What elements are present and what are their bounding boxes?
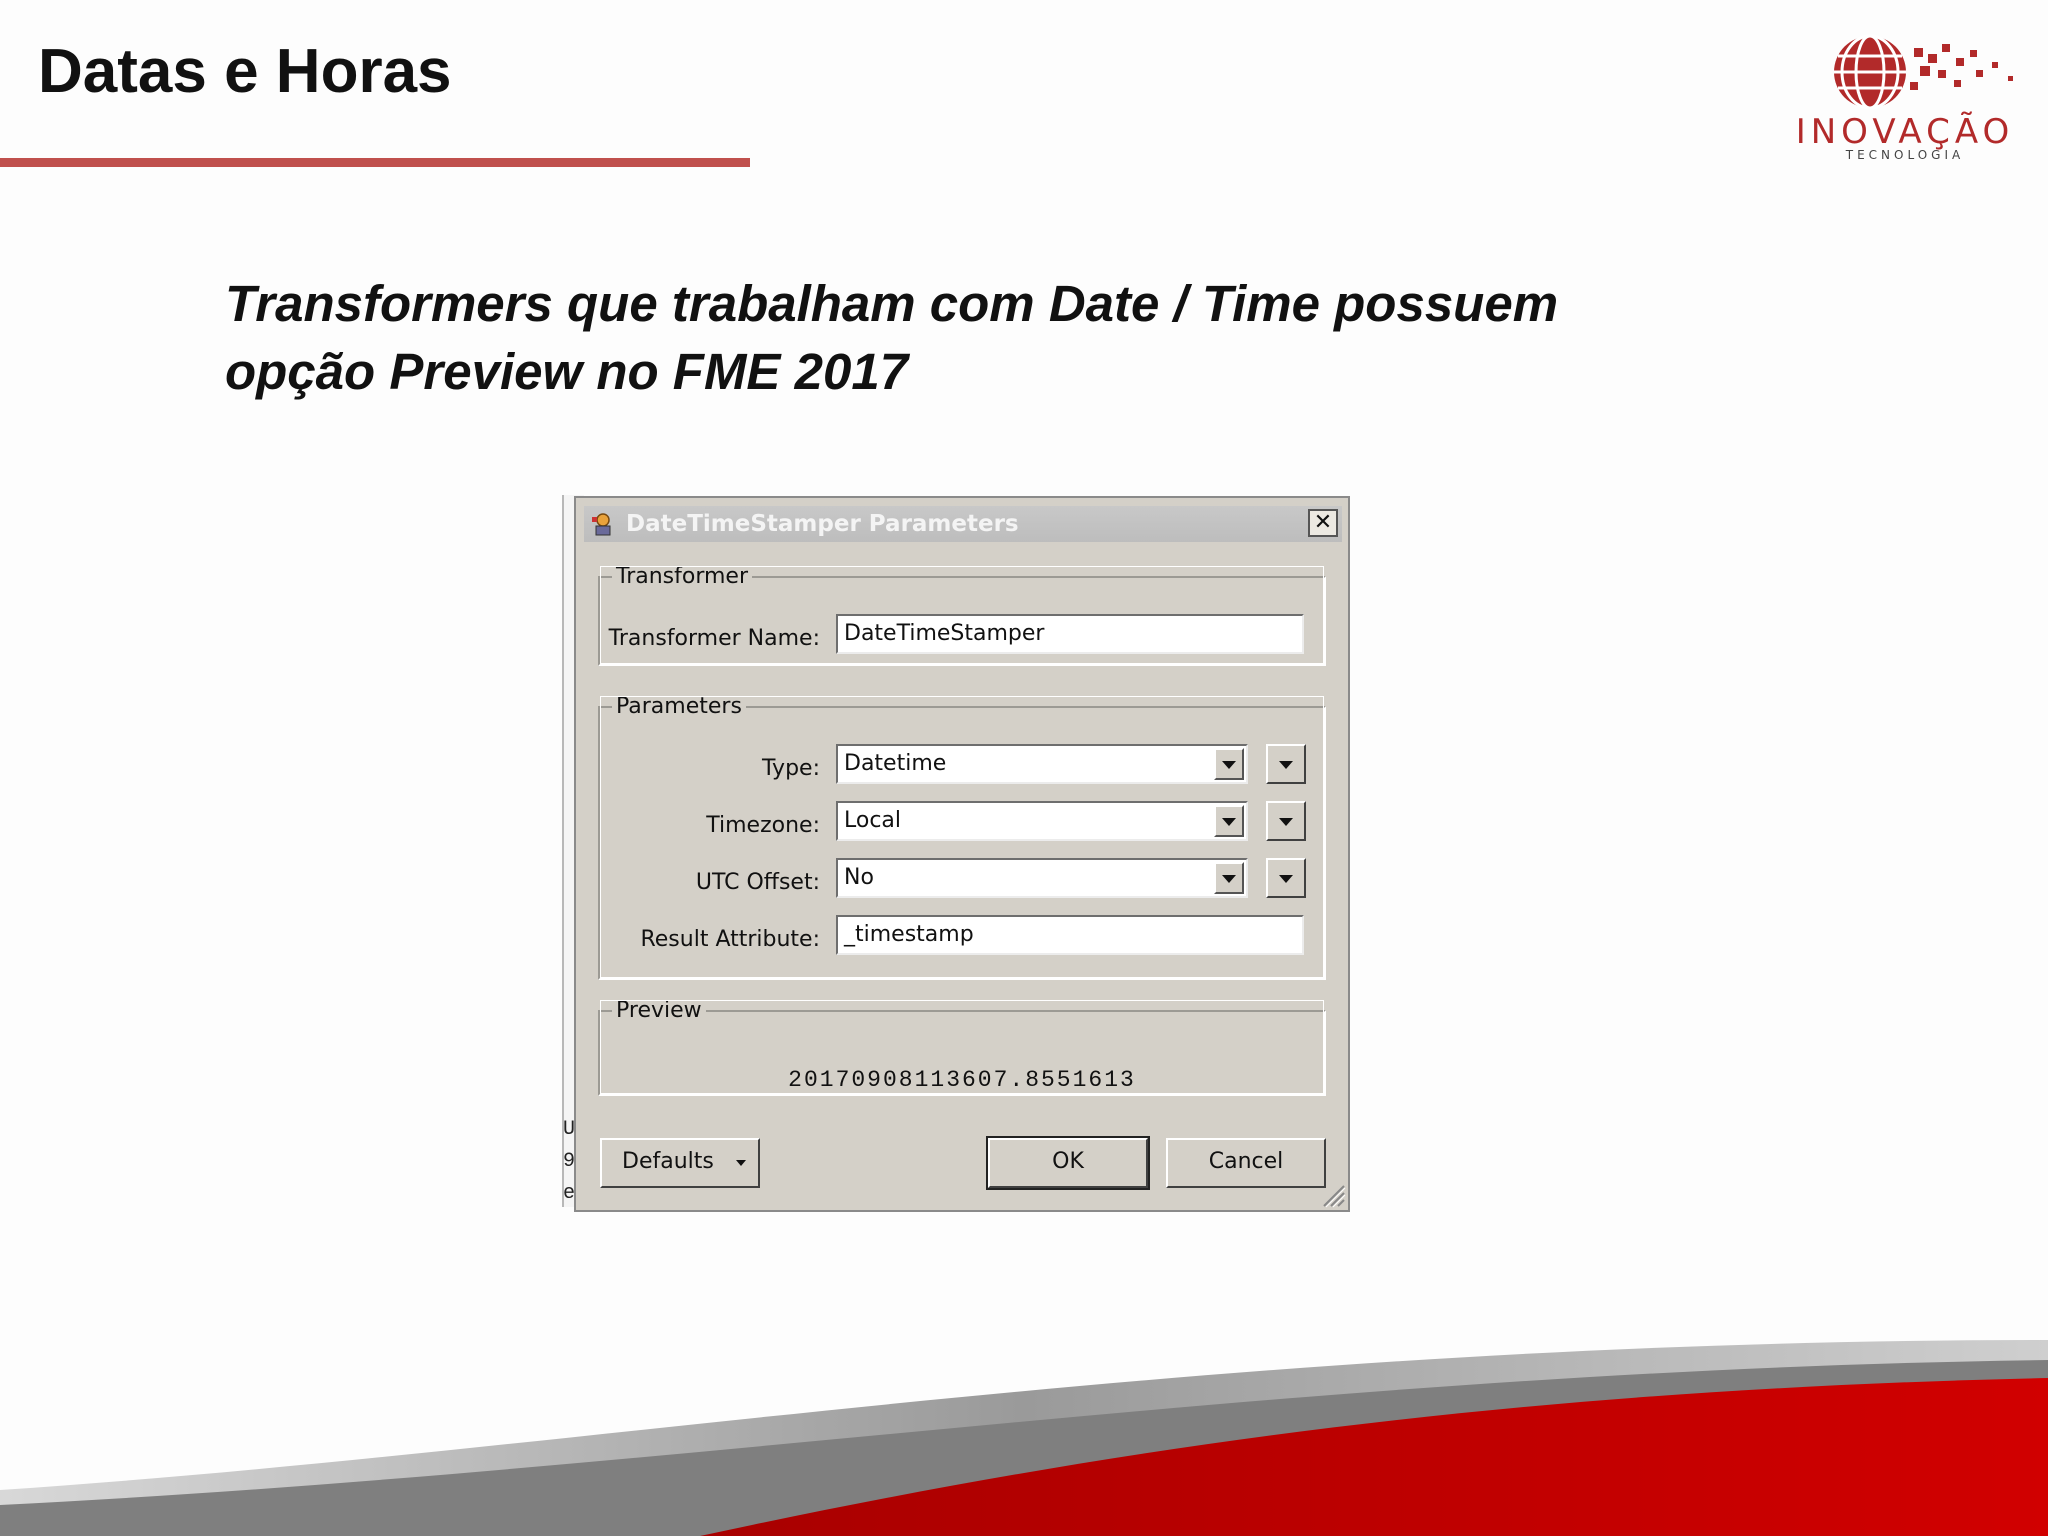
transformer-name-input[interactable]: DateTimeStamper (836, 614, 1304, 654)
type-select-value: Datetime (844, 751, 947, 776)
chevron-down-icon (1222, 761, 1236, 769)
close-button[interactable]: ✕ (1308, 509, 1338, 537)
type-dropdown-arrow[interactable] (1214, 748, 1244, 780)
logo-wordmark: INOVAÇÃO (1795, 112, 2015, 152)
timezone-select-value: Local (844, 808, 902, 833)
timezone-dropdown-arrow[interactable] (1214, 805, 1244, 837)
chevron-down-icon (1222, 875, 1236, 883)
chevron-down-icon (1279, 761, 1293, 769)
subtitle-line-1: Transformers que trabalham com Date / Ti… (225, 275, 1559, 332)
cancel-button-label: Cancel (1208, 1149, 1284, 1174)
timezone-options-button[interactable] (1266, 801, 1306, 841)
preview-group: Preview 20170908113607.8551613 (598, 998, 1326, 1096)
ok-button[interactable]: OK (986, 1136, 1150, 1190)
type-options-button[interactable] (1266, 744, 1306, 784)
company-logo: INOVAÇÃO TECNOLOGIA (1780, 30, 2030, 162)
dialog-title: DateTimeStamper Parameters (626, 511, 1019, 537)
chevron-down-icon (1279, 818, 1293, 826)
transformer-group-legend: Transformer (616, 564, 749, 589)
footer-swoosh (0, 1340, 2048, 1536)
defaults-button-label: Defaults (622, 1149, 714, 1174)
preview-timestamp: 20170908113607.8551613 (788, 1067, 1136, 1093)
utc-offset-label: UTC Offset: (695, 870, 820, 895)
resize-grip-icon[interactable] (1318, 1180, 1346, 1208)
timezone-select[interactable]: Local (836, 801, 1248, 841)
datetimestamper-dialog: DateTimeStamper Parameters ✕ Transformer… (574, 496, 1350, 1212)
chevron-down-icon (1222, 818, 1236, 826)
slide-subtitle: Transformers que trabalham com Date / Ti… (225, 270, 1625, 406)
defaults-button[interactable]: Defaults (600, 1138, 760, 1188)
dialog-titlebar[interactable]: DateTimeStamper Parameters ✕ (584, 506, 1342, 542)
parameters-group-legend: Parameters (616, 694, 742, 719)
caret-down-icon (736, 1160, 746, 1166)
utc-offset-select-value: No (844, 865, 874, 890)
result-attribute-label: Result Attribute: (640, 927, 820, 952)
slide-title: Datas e Horas (38, 37, 452, 106)
subtitle-line-2: opção Preview no FME 2017 (225, 343, 909, 400)
cancel-button[interactable]: Cancel (1166, 1138, 1326, 1188)
chevron-down-icon (1279, 875, 1293, 883)
utc-offset-options-button[interactable] (1266, 858, 1306, 898)
type-label: Type: (762, 756, 820, 781)
fme-transformer-icon (592, 513, 611, 536)
result-attribute-input[interactable]: _timestamp (836, 915, 1304, 955)
close-icon: ✕ (1313, 510, 1333, 535)
logo-tagline: TECNOLOGIA (1845, 148, 1965, 162)
transformer-name-label: Transformer Name: (608, 626, 820, 651)
globe-logo-icon (1834, 34, 2013, 110)
preview-group-legend: Preview (616, 998, 702, 1023)
title-underline (0, 158, 750, 167)
ok-button-label: OK (1052, 1149, 1084, 1174)
utc-offset-dropdown-arrow[interactable] (1214, 862, 1244, 894)
timezone-label: Timezone: (706, 813, 820, 838)
utc-offset-select[interactable]: No (836, 858, 1248, 898)
type-select[interactable]: Datetime (836, 744, 1248, 784)
